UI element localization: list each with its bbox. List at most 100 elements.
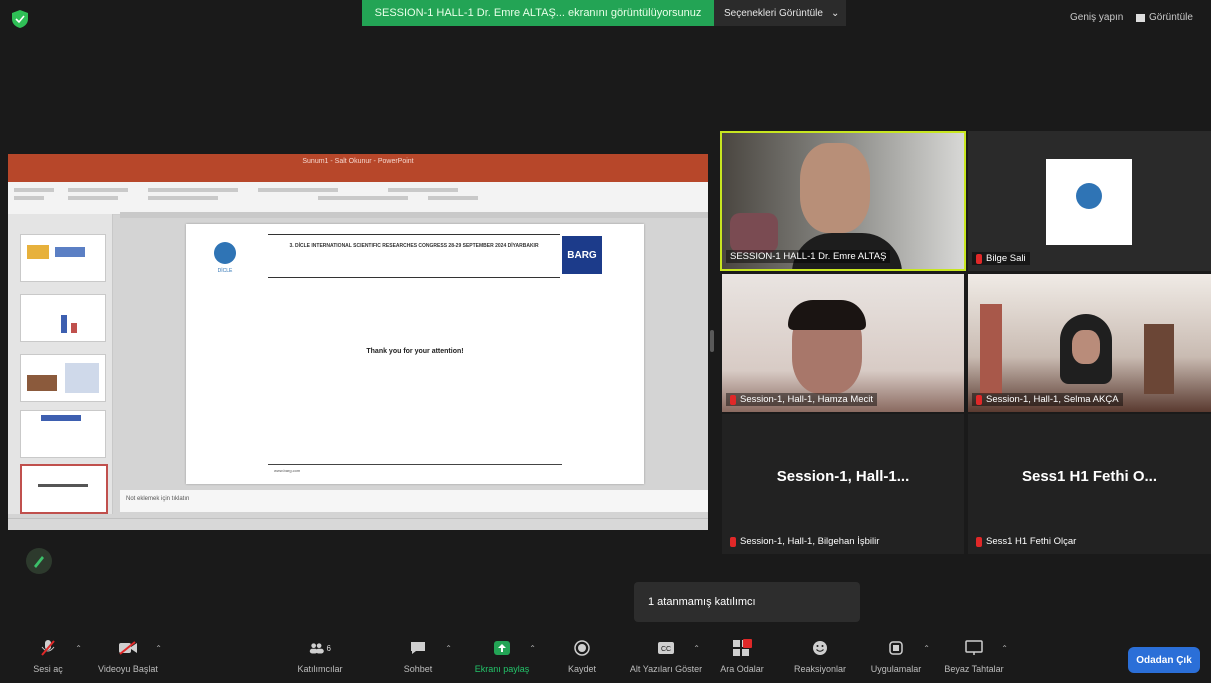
- slide-thumbnails[interactable]: [8, 214, 113, 514]
- chevron-up-icon[interactable]: ⌃: [445, 644, 452, 653]
- logo-label: DİCLE: [217, 268, 233, 274]
- muted-mic-icon: [976, 536, 982, 547]
- apps-button[interactable]: ⌃ Uygulamalar: [856, 638, 936, 674]
- slide-thumbnail[interactable]: [20, 410, 106, 458]
- participant-name: Bilge Sali: [972, 252, 1030, 265]
- unmute-button[interactable]: ⌃ Sesi aç: [8, 638, 88, 674]
- participants-count: 6: [326, 643, 331, 653]
- reactions-button[interactable]: Reaksiyonlar: [780, 638, 860, 674]
- svg-text:CC: CC: [661, 646, 671, 653]
- splitter-handle[interactable]: [710, 330, 714, 352]
- leave-room-label: Odadan Çık: [1136, 654, 1192, 666]
- captions-icon: CC: [655, 638, 677, 658]
- chat-label: Sohbet: [403, 664, 433, 674]
- security-shield-icon[interactable]: [12, 10, 28, 28]
- chevron-up-icon[interactable]: ⌃: [529, 644, 536, 653]
- whiteboard-icon: [963, 638, 985, 658]
- chevron-up-icon[interactable]: ⌃: [1001, 644, 1008, 653]
- participants-button[interactable]: 6 Katılımcılar: [280, 638, 360, 674]
- footer-divider: [268, 464, 562, 465]
- chat-button[interactable]: ⌃ Sohbet: [378, 638, 458, 674]
- video-tile-active-speaker[interactable]: SESSION-1 HALL-1 Dr. Emre ALTAŞ: [720, 131, 966, 271]
- slide-thumbnail[interactable]: [20, 234, 106, 282]
- slide-header-text: 3. DİCLE INTERNATIONAL SCIENTIFIC RESEAR…: [289, 243, 539, 249]
- exit-fullscreen-button[interactable]: Geniş yapın: [1070, 12, 1123, 23]
- muted-mic-icon: [730, 536, 736, 547]
- chevron-up-icon[interactable]: ⌃: [693, 644, 700, 653]
- chevron-up-icon[interactable]: ⌃: [75, 644, 82, 653]
- participant-display-name: Sess1 H1 Fethi O...: [1021, 468, 1158, 485]
- whiteboards-label: Beyaz Tahtalar: [944, 664, 1004, 674]
- breakout-rooms-button[interactable]: Ara Odalar: [702, 638, 782, 674]
- participant-display-name: Session-1, Hall-1...: [776, 468, 910, 485]
- view-button[interactable]: Görüntüle: [1136, 12, 1193, 23]
- view-options-dropdown[interactable]: Seçenekleri Görüntüle ⌄: [714, 0, 846, 26]
- smiley-icon: [809, 638, 831, 658]
- share-banner-text: SESSION-1 HALL-1 Dr. Emre ALTAŞ... ekran…: [374, 7, 702, 19]
- barg-badge: BARG: [562, 236, 602, 274]
- slide-footer: www.barg.com: [274, 468, 301, 473]
- participant-name: Sess1 H1 Fethi Olçar: [972, 535, 1080, 548]
- start-video-button[interactable]: ⌃ Videoyu Başlat: [88, 638, 168, 674]
- muted-mic-icon: [730, 394, 736, 405]
- leave-room-button[interactable]: Odadan Çık: [1128, 647, 1200, 673]
- share-screen-button[interactable]: ⌃ Ekranı paylaş: [462, 638, 542, 674]
- slide-thumbnail[interactable]: [20, 294, 106, 342]
- view-label: Görüntüle: [1149, 12, 1193, 23]
- screen-share-banner: SESSION-1 HALL-1 Dr. Emre ALTAŞ... ekran…: [362, 0, 714, 26]
- reactions-label: Reaksiyonlar: [793, 664, 847, 674]
- participant-name: SESSION-1 HALL-1 Dr. Emre ALTAŞ: [726, 250, 891, 263]
- ruler: [120, 212, 708, 218]
- tooltip-text: 1 atanmamış katılımcı: [648, 596, 756, 608]
- slide-thanks-text: Thank you for your attention!: [366, 348, 464, 355]
- participant-name: Session-1, Hall-1, Selma AKÇA: [972, 393, 1123, 406]
- share-screen-label: Ekranı paylaş: [474, 664, 530, 674]
- breakout-rooms-label: Ara Odalar: [720, 664, 764, 674]
- record-button[interactable]: Kaydet: [542, 638, 622, 674]
- current-slide[interactable]: DİCLE 3. DİCLE INTERNATIONAL SCIENTIFIC …: [186, 224, 644, 484]
- window-title: Sunum1 - Salt Okunur - PowerPoint: [302, 158, 414, 165]
- powerpoint-titlebar: Sunum1 - Salt Okunur - PowerPoint: [8, 154, 708, 172]
- exit-fullscreen-label: Geniş yapın: [1070, 12, 1124, 23]
- video-tile[interactable]: Bilge Sali: [968, 131, 1211, 271]
- microphone-muted-icon: [37, 638, 59, 658]
- participant-name: Session-1, Hall-1, Bilgehan İşbilir: [726, 535, 883, 548]
- muted-mic-icon: [976, 253, 982, 264]
- video-tile[interactable]: Session-1, Hall-1, Selma AKÇA: [968, 274, 1211, 412]
- meeting-toolbar: ⌃ Sesi aç ⌃ Videoyu Başlat 6 Katılımcıla…: [0, 634, 1211, 683]
- record-label: Kaydet: [567, 664, 597, 674]
- video-tile[interactable]: Sess1 H1 Fethi O... Sess1 H1 Fethi Olçar: [968, 414, 1211, 554]
- unassigned-participants-tooltip: 1 atanmamış katılımcı: [634, 582, 860, 622]
- chat-icon: [407, 638, 429, 658]
- participant-name: Session-1, Hall-1, Hamza Mecit: [726, 393, 878, 406]
- notes-pane[interactable]: Not eklemek için tıklatın: [120, 490, 708, 512]
- apps-icon: [885, 638, 907, 658]
- muted-mic-icon: [976, 394, 982, 405]
- slide-thumbnail[interactable]: [20, 354, 106, 402]
- dicle-logo: [214, 242, 236, 264]
- chevron-up-icon[interactable]: ⌃: [923, 644, 930, 653]
- notes-placeholder: Not eklemek için tıklatın: [126, 496, 190, 502]
- video-camera-off-icon: [117, 638, 139, 658]
- chevron-down-icon: ⌄: [830, 7, 840, 19]
- shared-screen[interactable]: Sunum1 - Salt Okunur - PowerPoint DİCLE …: [8, 154, 708, 530]
- annotate-pencil-icon[interactable]: [26, 548, 52, 574]
- show-captions-button[interactable]: CC ⌃ Alt Yazıları Göster: [626, 638, 706, 674]
- view-options-label: Seçenekleri Görüntüle: [724, 7, 823, 19]
- chevron-up-icon[interactable]: ⌃: [155, 644, 162, 653]
- whiteboards-button[interactable]: ⌃ Beyaz Tahtalar: [934, 638, 1014, 674]
- ribbon: [8, 182, 708, 215]
- video-tile[interactable]: Session-1, Hall-1... Session-1, Hall-1, …: [722, 414, 964, 554]
- start-video-label: Videoyu Başlat: [98, 664, 158, 674]
- slide-header-box: 3. DİCLE INTERNATIONAL SCIENTIFIC RESEAR…: [268, 234, 560, 278]
- slide-thumbnail-selected[interactable]: [20, 464, 108, 514]
- participants-label: Katılımcılar: [297, 664, 343, 674]
- apps-label: Uygulamalar: [870, 664, 922, 674]
- video-tile[interactable]: Session-1, Hall-1, Hamza Mecit: [722, 274, 964, 412]
- show-captions-label: Alt Yazıları Göster: [629, 664, 703, 674]
- ribbon-tabs: [8, 172, 708, 182]
- grid-view-icon: [1136, 13, 1145, 22]
- record-icon: [571, 638, 593, 658]
- breakout-rooms-icon: [731, 638, 753, 658]
- unmute-label: Sesi aç: [33, 664, 63, 674]
